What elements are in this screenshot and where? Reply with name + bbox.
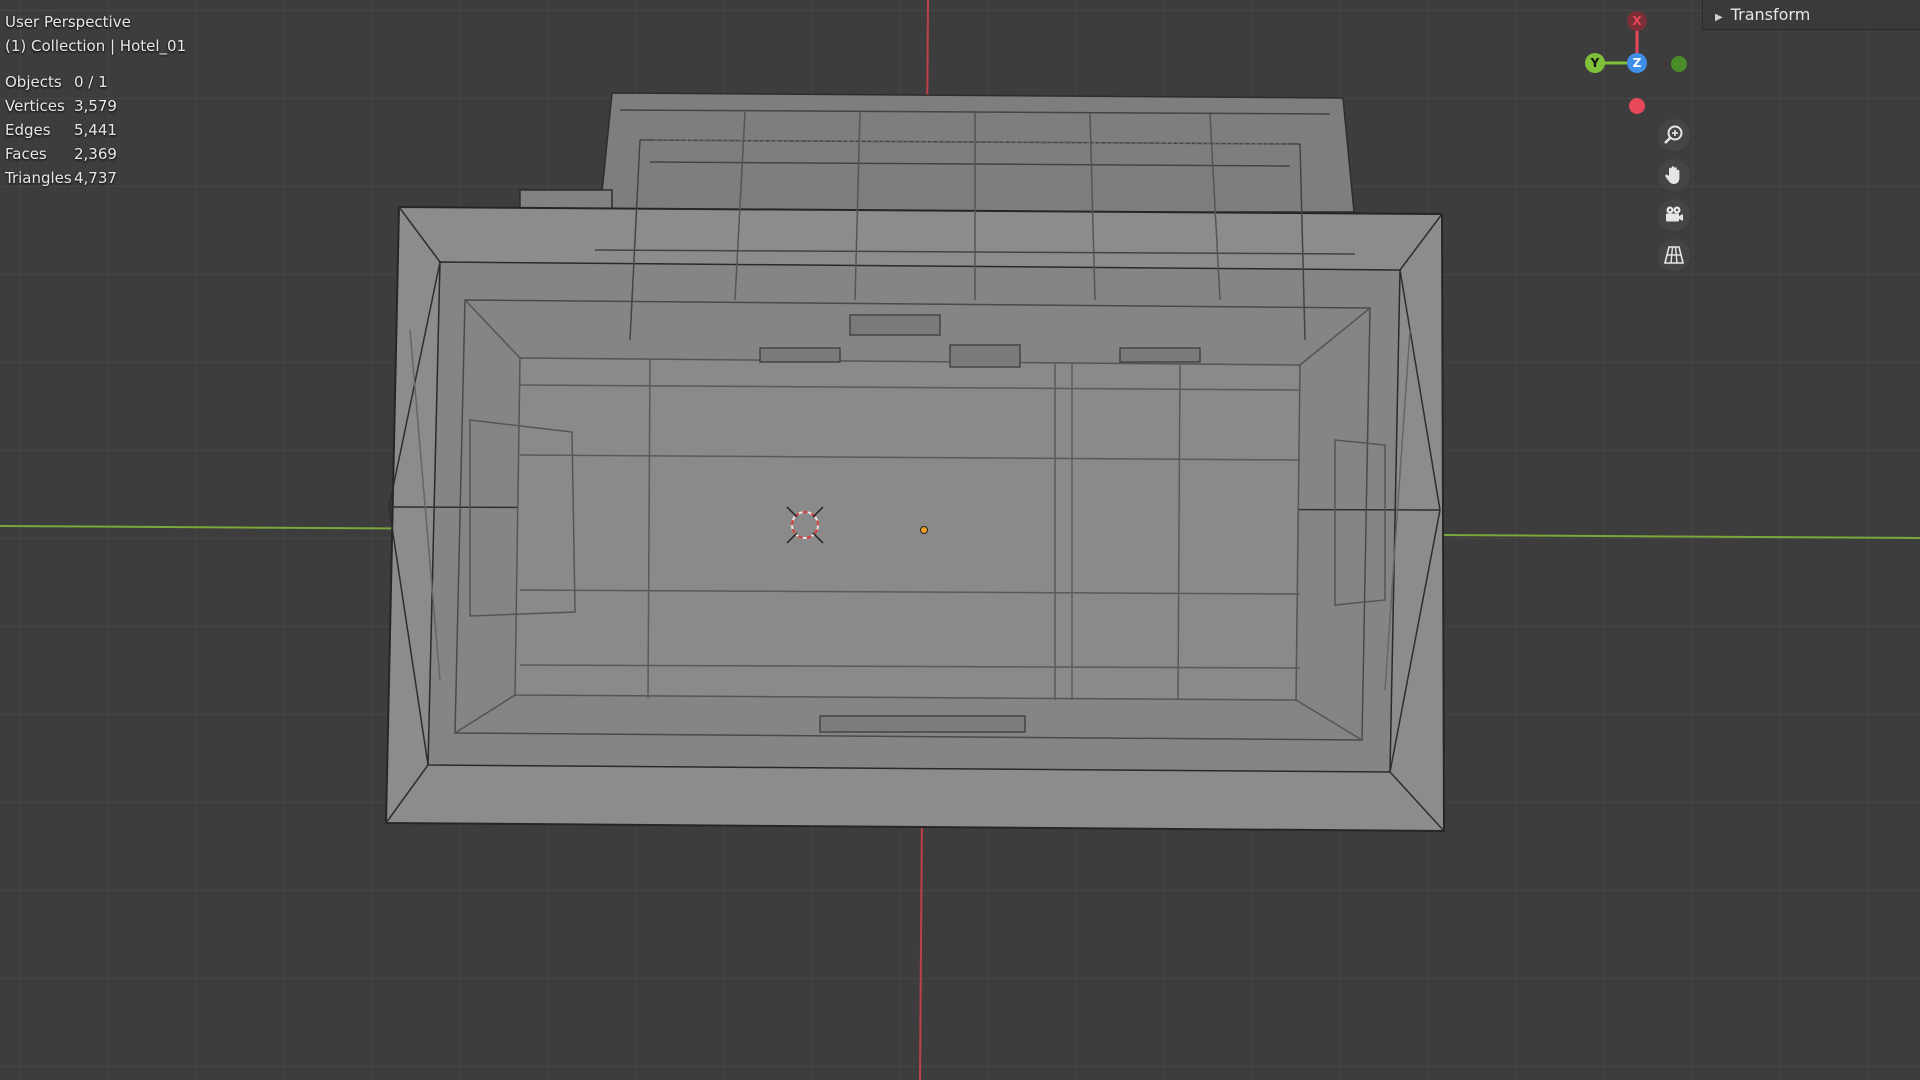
stat-value: 5,441 — [74, 121, 117, 139]
viewport-info: User Perspective (1) Collection | Hotel_… — [5, 10, 186, 58]
transform-label: Transform — [1730, 5, 1811, 24]
camera-view-icon — [1666, 206, 1683, 222]
view-name: User Perspective — [5, 13, 131, 31]
perspective-grid-icon — [1663, 246, 1685, 264]
gizmo-y-axis-ball[interactable]: Y — [1585, 53, 1605, 73]
stat-value: 4,737 — [74, 169, 117, 187]
object-origin-dot — [920, 526, 928, 534]
projection-toggle-button[interactable] — [1658, 239, 1690, 271]
gizmo-neg-y-dot[interactable] — [1671, 56, 1687, 72]
stat-label: Vertices — [5, 97, 65, 115]
gizmo-y-label: Y — [1590, 56, 1600, 70]
transform-panel-header[interactable]: ▶ Transform — [1702, 0, 1920, 30]
scene-statistics: Objects 0 / 1 Vertices 3,579 Edges 5,441 Fa… — [5, 70, 164, 190]
hotel-model-wireframe[interactable] — [384, 92, 1446, 833]
collection-label: (1) Collection | Hotel_01 — [5, 37, 187, 55]
hand-pan-icon — [1665, 166, 1680, 184]
disclosure-triangle-icon[interactable]: ▶ — [1715, 12, 1723, 23]
pan-button[interactable] — [1658, 159, 1690, 191]
stat-value: 2,369 — [74, 145, 117, 163]
stat-label: Edges — [5, 121, 51, 139]
stat-label: Triangles — [5, 169, 72, 187]
stat-row: Triangles 4,737 — [5, 166, 164, 190]
stat-row: Faces 2,369 — [5, 142, 164, 166]
gizmo-z-label: Z — [1632, 56, 1642, 70]
stat-value: 3,579 — [74, 97, 117, 115]
stat-row: Vertices 3,579 — [5, 94, 164, 118]
gizmo-neg-x-dot[interactable] — [1629, 98, 1645, 114]
stat-row: Edges 5,441 — [5, 118, 164, 142]
stat-label: Faces — [5, 145, 47, 163]
gizmo-z-axis-ball[interactable]: Z — [1627, 53, 1647, 73]
zoom-button[interactable] — [1658, 119, 1690, 151]
stat-value: 0 / 1 — [74, 73, 108, 91]
stat-label: Objects — [5, 73, 62, 91]
viewport-canvas[interactable] — [0, 0, 1920, 1080]
3d-viewport[interactable] — [0, 0, 1920, 1080]
gizmo-x-label: X — [1632, 14, 1642, 28]
camera-view-button[interactable] — [1658, 199, 1690, 231]
zoom-icon — [1664, 125, 1683, 144]
stat-row: Objects 0 / 1 — [5, 70, 164, 94]
gizmo-x-axis-ball[interactable]: X — [1627, 11, 1647, 31]
